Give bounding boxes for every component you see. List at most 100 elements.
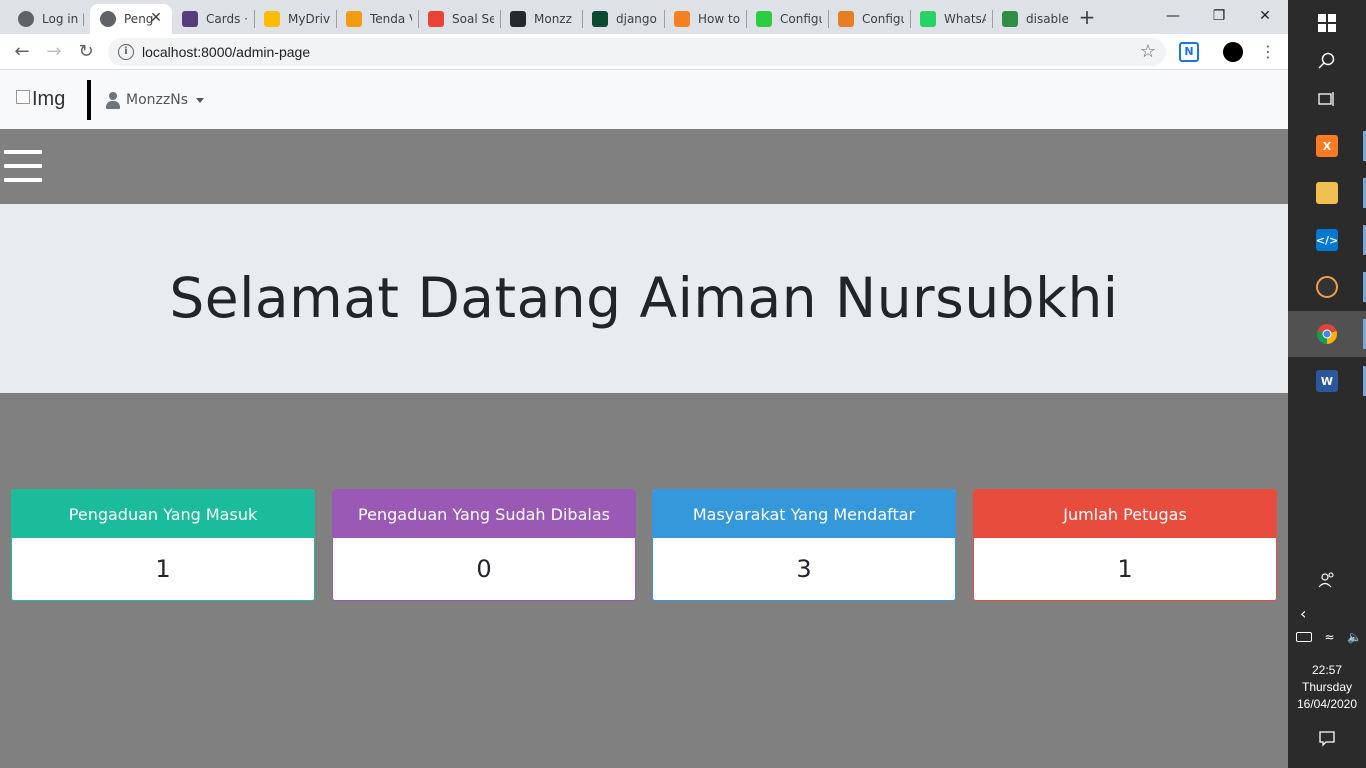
tab-6[interactable]: Soal Se (418, 4, 498, 34)
url-text[interactable]: localhost:8000/admin-page (142, 38, 310, 66)
brand-logo[interactable]: Img (16, 88, 65, 111)
tab-12[interactable]: WhatsA (910, 4, 990, 34)
drive-icon (264, 11, 280, 27)
vscode-icon[interactable]: </> (1288, 217, 1366, 263)
stat-card: Jumlah Petugas 1 (973, 489, 1277, 601)
clock-time: 22:57 (1311, 663, 1343, 677)
hi-icon (838, 11, 854, 27)
clock-day: Thursday (1301, 680, 1353, 694)
tab-strip: Log in | Peng✕ Cards · MyDrive Tenda V Soal S… (0, 0, 1288, 34)
stat-card-value: 1 (1117, 555, 1133, 583)
minimize-button[interactable]: — (1150, 0, 1196, 32)
top-navbar: Img MonzzNs (0, 70, 1288, 129)
forward-button[interactable]: → (42, 40, 66, 64)
stat-card: Pengaduan Yang Sudah Dibalas 0 (332, 489, 636, 601)
user-dropdown[interactable]: MonzzNs (106, 88, 204, 112)
media-player-icon[interactable] (1288, 264, 1366, 310)
tab-title: Soal Se (452, 12, 494, 26)
tab-1[interactable]: Log in | (8, 4, 88, 34)
browser-toolbar: ← → ↻ i localhost:8000/admin-page ☆ N ⋮ (0, 34, 1288, 70)
tab-11[interactable]: Configu (828, 4, 908, 34)
close-window-button[interactable]: ✕ (1242, 0, 1288, 32)
tab-8[interactable]: django (582, 4, 662, 34)
whatsapp-icon (920, 11, 936, 27)
clock[interactable]: 22:57 Thursday 16/04/2020 (1288, 662, 1366, 713)
globe-icon (100, 11, 116, 27)
clock-date: 16/04/2020 (1296, 697, 1358, 711)
github-icon (510, 11, 526, 27)
tab-title: WhatsA (944, 12, 986, 26)
broken-image-icon (16, 90, 30, 104)
tab-2[interactable]: Peng ✕ (90, 4, 172, 34)
bootstrap-icon (182, 11, 198, 27)
windows-taskbar: X </> W ‹ ≈ 🔈 22:57 Thursday 16/04/2020 (1288, 0, 1366, 768)
reload-button[interactable]: ↻ (74, 40, 98, 64)
restore-button[interactable]: ❐ (1196, 0, 1242, 32)
stat-card-value: 3 (796, 555, 812, 583)
tab-title: Log in | (42, 12, 84, 26)
power-icon (756, 11, 772, 27)
stackoverflow-icon (674, 11, 690, 27)
back-button[interactable]: ← (10, 40, 34, 64)
stat-card-title: Pengaduan Yang Sudah Dibalas (333, 490, 635, 538)
tenda-icon (346, 11, 362, 27)
tab-title: django (616, 12, 657, 26)
site-info-icon[interactable]: i (118, 44, 134, 60)
battery-icon[interactable] (1296, 632, 1312, 642)
wifi-icon[interactable]: ≈ (1324, 630, 1334, 644)
tab-3[interactable]: Cards · (172, 4, 252, 34)
stat-card-title: Jumlah Petugas (974, 490, 1276, 538)
bookmark-star-icon[interactable]: ☆ (1140, 42, 1156, 62)
username-label: MonzzNs (126, 92, 188, 108)
hamburger-menu-icon[interactable] (4, 147, 42, 185)
tab-title: Configu (862, 12, 904, 26)
xampp-icon[interactable]: X (1288, 123, 1366, 169)
tab-title: Configu (780, 12, 822, 26)
stat-card: Pengaduan Yang Masuk 1 (11, 489, 315, 601)
profile-avatar-icon[interactable] (1223, 42, 1243, 62)
stat-card: Masyarakat Yang Mendaftar 3 (652, 489, 956, 601)
new-tab-button[interactable]: + (1076, 6, 1098, 28)
stat-card-title: Pengaduan Yang Masuk (12, 490, 314, 538)
brand-alt-text: Img (32, 88, 66, 110)
django-icon (592, 11, 608, 27)
welcome-heading: Selamat Datang Aiman Nursubkhi (169, 266, 1119, 330)
stat-card-value: 1 (155, 555, 171, 583)
tab-title: disablec (1026, 12, 1068, 26)
close-tab-icon[interactable]: ✕ (148, 10, 164, 26)
address-bar[interactable]: i localhost:8000/admin-page ☆ (108, 38, 1166, 66)
system-tray: ≈ 🔈 (1296, 628, 1362, 646)
globe-icon (18, 11, 34, 27)
tab-title: How to (698, 12, 740, 26)
tab-title: Tenda V (370, 12, 412, 26)
file-explorer-icon[interactable] (1288, 170, 1366, 216)
tab-title: Monzz (534, 12, 572, 26)
stat-card-title: Masyarakat Yang Mendaftar (653, 490, 955, 538)
tab-4[interactable]: MyDrive (254, 4, 334, 34)
tab-9[interactable]: How to (664, 4, 744, 34)
action-center-icon[interactable] (1288, 716, 1366, 760)
volume-icon[interactable]: 🔈 (1347, 630, 1362, 644)
tab-5[interactable]: Tenda V (336, 4, 416, 34)
word-icon[interactable]: W (1288, 358, 1366, 404)
tab-10[interactable]: Configu (746, 4, 826, 34)
caret-down-icon (195, 97, 204, 103)
welcome-jumbotron: Selamat Datang Aiman Nursubkhi (0, 204, 1288, 393)
tab-13[interactable]: disablec (992, 4, 1072, 34)
tab-title: Cards · (206, 12, 248, 26)
admin-page: Img MonzzNs Selamat Datang Aiman Nursubk… (0, 70, 1288, 768)
brand-divider (87, 80, 91, 120)
show-hidden-icons-chevron-icon[interactable]: ‹ (1288, 596, 1366, 630)
extension-n-icon[interactable]: N (1179, 42, 1199, 62)
browser-window: Log in | Peng✕ Cards · MyDrive Tenda V Soal S… (0, 0, 1288, 768)
gmail-icon (428, 11, 444, 27)
stat-card-value: 0 (476, 555, 492, 583)
user-icon (106, 91, 120, 109)
chrome-icon[interactable] (1288, 311, 1366, 357)
tab-title: MyDrive (288, 12, 330, 26)
geeks-icon (1002, 11, 1018, 27)
sidebar-toggle-bar (0, 129, 1288, 204)
task-view-icon[interactable] (1288, 76, 1366, 122)
menu-kebab-icon[interactable]: ⋮ (1258, 42, 1278, 62)
tab-7[interactable]: Monzz (500, 4, 580, 34)
